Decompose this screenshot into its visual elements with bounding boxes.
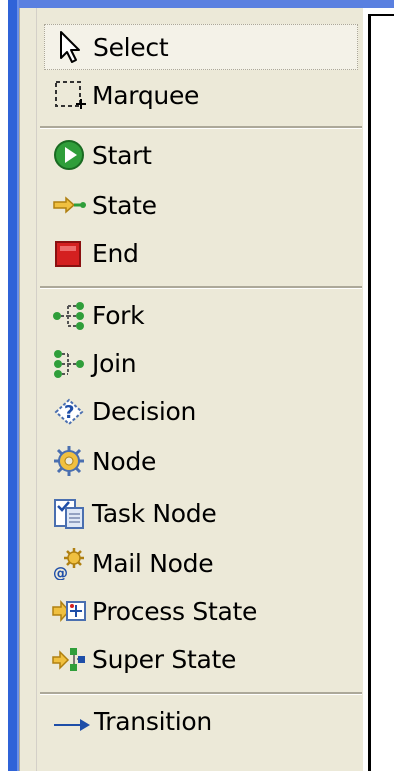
palette-item-label: Transition [94,706,212,736]
window-frame-strip [8,0,17,771]
palette-item-label: End [92,238,139,268]
palette-item-end[interactable]: End [44,230,358,276]
palette-item-label: Task Node [92,498,217,528]
canvas-border-left [368,14,371,771]
svg-text:?: ? [64,402,74,423]
process-state-icon [52,594,86,628]
palette-separator [40,692,362,695]
palette-item-label: Mail Node [92,548,214,578]
palette-item-transition[interactable]: Transition [44,698,358,744]
join-icon [52,346,86,380]
palette-item-label: Process State [92,596,258,626]
super-state-icon [52,642,86,676]
mail-node-icon: @ [52,546,86,582]
palette-item-label: Super State [92,644,237,674]
palette-item-label: Decision [92,396,197,426]
marquee-icon [52,78,86,112]
palette-item-super-state[interactable]: Super State [44,636,358,682]
palette-item-marquee[interactable]: Marquee [44,72,358,118]
palette-inner-border [36,8,37,771]
palette-item-decision[interactable]: ? Decision [44,388,358,434]
palette-item-select[interactable]: Select [44,24,358,70]
palette-item-fork[interactable]: Fork [44,292,358,338]
task-node-icon [52,496,86,530]
palette-item-label: Select [93,32,169,62]
palette-separator [40,286,362,289]
palette-item-state[interactable]: State [44,182,358,228]
palette-item-task-node[interactable]: Task Node [44,490,358,536]
palette-item-mail-node[interactable]: @ Mail Node [44,540,358,586]
palette-separator [40,126,362,129]
window-left-edge [0,0,8,771]
palette-item-label: Marquee [92,80,200,110]
palette-item-start[interactable]: Start [44,132,358,178]
palette-item-label: Node [92,446,157,476]
palette-item-label: State [92,190,157,220]
start-icon [52,138,86,172]
node-gear-icon [52,444,86,478]
decision-icon: ? [52,394,86,428]
palette-item-label: Join [92,348,137,378]
fork-icon [52,298,86,332]
palette-item-join[interactable]: Join [44,340,358,386]
palette-item-label: Fork [92,300,145,330]
palette-item-node[interactable]: Node [44,438,358,484]
canvas-border-top [368,14,394,16]
svg-text:@: @ [53,564,68,580]
state-icon [52,188,86,222]
transition-arrow-icon [52,704,92,738]
palette-item-process-state[interactable]: Process State [44,588,358,634]
window-top-strip [19,0,394,8]
palette-item-label: Start [92,140,152,170]
end-icon [52,236,86,270]
cursor-arrow-icon [53,30,87,64]
